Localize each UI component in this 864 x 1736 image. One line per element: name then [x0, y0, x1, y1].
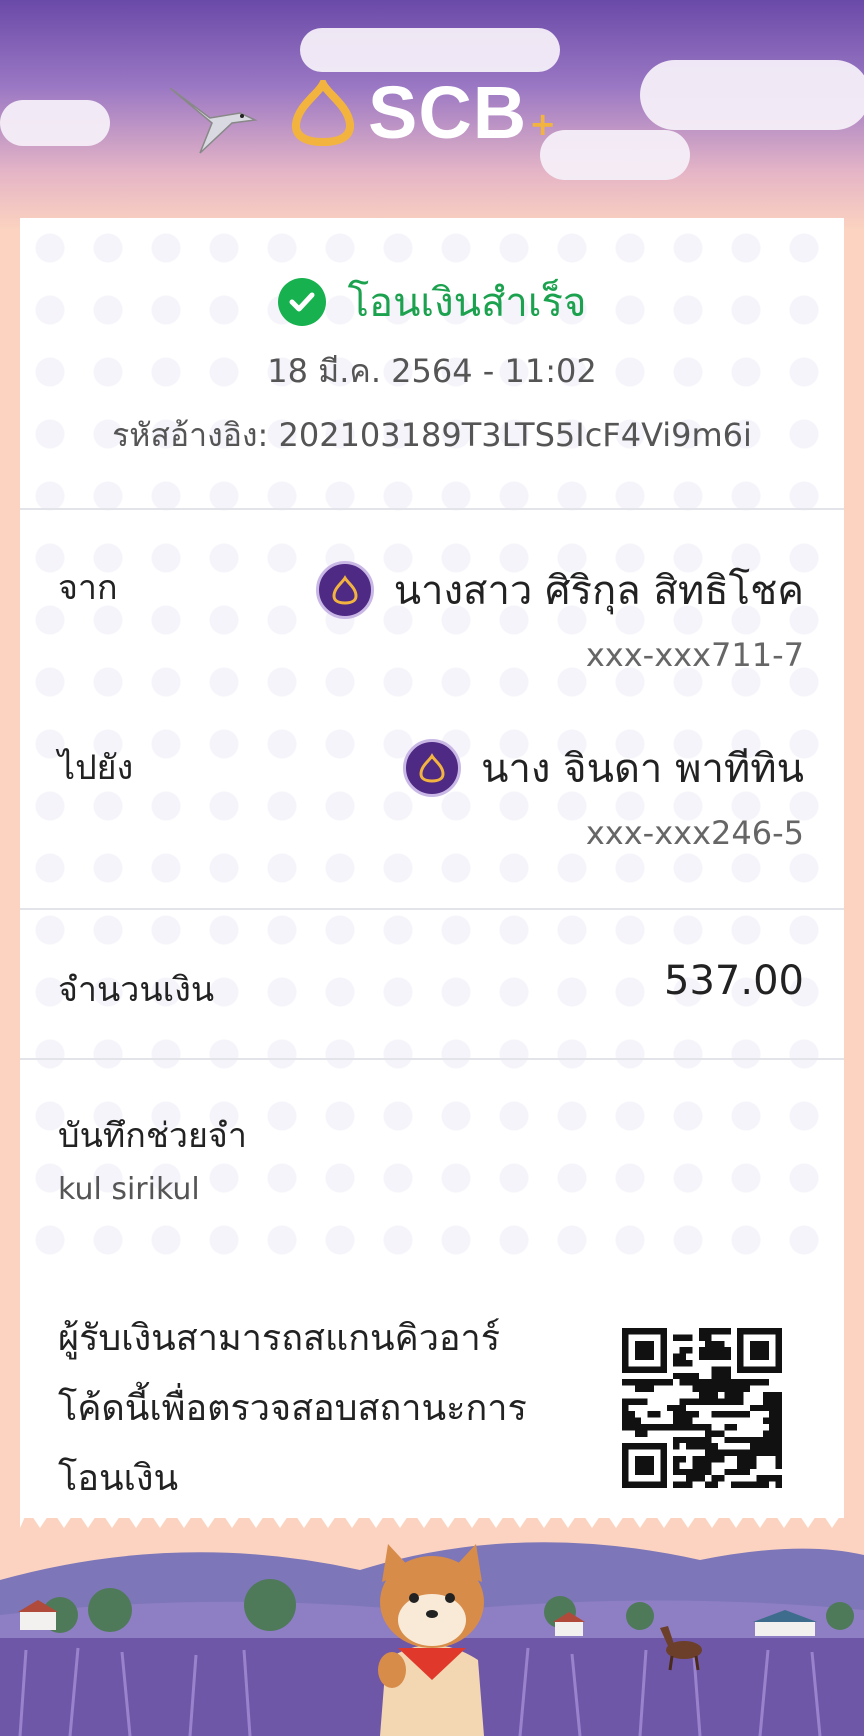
check-icon: [277, 278, 326, 326]
qr-text-line: โอนเงิน: [58, 1458, 179, 1499]
reference-code: รหัสอ้างอิง: 202103189T3LTS5IcF4Vi9m6i: [112, 416, 752, 454]
status-text: โอนเงินสำเร็จ: [347, 280, 587, 326]
qr-text-line: ผู้รับเงินสามารถสแกนคิวอาร์: [58, 1318, 501, 1359]
scb-logo-icon: [291, 79, 355, 146]
qr-code[interactable]: [622, 1328, 782, 1488]
scb-logo: SCB +: [290, 70, 556, 155]
divider: [20, 508, 844, 510]
transaction-datetime: 18 มี.ค. 2564 - 11:02: [267, 352, 597, 390]
to-name: นาง จินดา พาทีทิน: [481, 746, 804, 792]
memo-label: บันทึกช่วยจำ: [58, 1116, 247, 1156]
from-label: จาก: [58, 568, 118, 608]
from-account: xxx-xxx711-7: [585, 636, 804, 674]
lavender-field-illustration: [0, 1520, 864, 1736]
amount-value: 537.00: [664, 958, 804, 1004]
plus-mark: +: [529, 104, 557, 143]
bird-icon: [170, 87, 258, 154]
bank-icon: [403, 739, 462, 797]
scb-wordmark: SCB: [368, 71, 528, 154]
memo-value: kul sirikul: [58, 1172, 200, 1207]
from-name: นางสาว ศิริกุล สิทธิโชค: [393, 568, 804, 614]
from-party: นางสาว ศิริกุล สิทธิโชค: [315, 558, 804, 622]
status-header: โอนเงินสำเร็จ: [20, 270, 844, 334]
receipt-card: โอนเงินสำเร็จ 18 มี.ค. 2564 - 11:02 รหัส…: [20, 218, 844, 1518]
header-banner: SCB +: [0, 0, 864, 230]
qr-instructions: ผู้รับเงินสามารถสแกนคิวอาร์ โค้ดนี้เพื่อ…: [58, 1304, 558, 1514]
to-account: xxx-xxx246-5: [585, 814, 804, 852]
qr-text-line: โค้ดนี้เพื่อตรวจสอบสถานะการ: [58, 1388, 527, 1429]
divider: [20, 1058, 844, 1060]
divider: [20, 908, 844, 910]
to-label: ไปยัง: [58, 748, 134, 788]
bank-icon: [315, 561, 374, 619]
amount-label: จำนวนเงิน: [58, 970, 215, 1010]
to-party: นาง จินดา พาทีทิน: [403, 736, 804, 800]
